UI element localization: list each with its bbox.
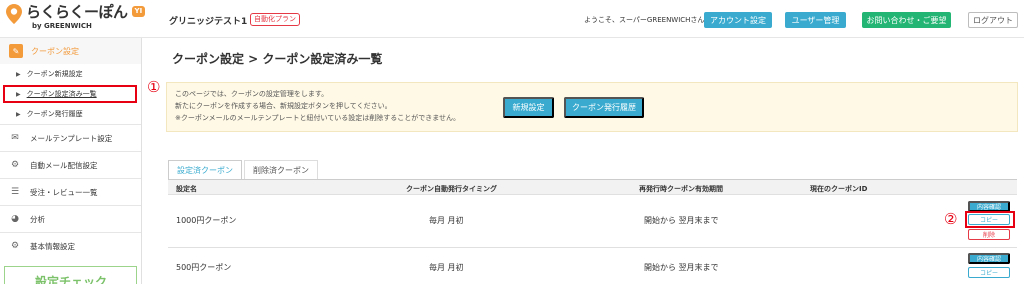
sidebar-section-label: クーポン設定 (31, 46, 79, 56)
info-line: ※クーポンメールのメールテンプレートと紐付いている設定は削除することができません… (175, 114, 461, 122)
sidebar-item-label: クーポン新規設定 (26, 70, 83, 78)
annotation-number-2: ② (944, 210, 958, 228)
info-line: 新たにクーポンを作成する場合、新規設定ボタンを押してください。 (175, 102, 392, 110)
info-notice: このページでは、クーポンの設定管理をします。 新たにクーポンを作成する場合、新規… (166, 82, 1018, 132)
annotation-number-1: ① (147, 78, 161, 96)
sidebar-item-label: メールテンプレート設定 (30, 133, 113, 143)
column-header-coupon-id: 現在のクーポンID (810, 185, 868, 193)
sidebar-item-auto-mail[interactable]: ⚙ 自動メール配信設定 (0, 151, 141, 178)
sidebar-item-label: クーポン発行履歴 (26, 110, 83, 118)
coupon-name-cell: 1000円クーポン (176, 216, 237, 225)
logout-button[interactable]: ログアウト (968, 12, 1018, 28)
user-management-button[interactable]: ユーザー管理 (785, 12, 846, 28)
row-divider (168, 194, 1017, 195)
page: らくらくーぽん YI by GREENWICH グリニッジテスト1 自動化プラン… (0, 0, 1024, 284)
coupon-tabs: 設定済クーポン 削除済クーポン (168, 160, 318, 180)
chevron-right-icon: ▶ (16, 70, 21, 78)
view-details-button[interactable]: 内容確認 (968, 253, 1010, 264)
mail-icon: ✉ (11, 133, 19, 143)
logo-badge: YI (131, 6, 146, 17)
sidebar-item-mail-template[interactable]: ✉ メールテンプレート設定 (0, 124, 141, 151)
tab-configured-coupons[interactable]: 設定済クーポン (168, 160, 242, 180)
plan-badge: 自動化プラン (250, 13, 300, 26)
sidebar-item-basic-settings[interactable]: ⚙ 基本情報設定 (0, 232, 141, 259)
location-pin-icon (6, 4, 22, 24)
pie-chart-icon: ◕ (11, 214, 19, 224)
sidebar-item-analytics[interactable]: ◕ 分析 (0, 205, 141, 232)
sidebar-item-coupon-new[interactable]: ▶ クーポン新規設定 (0, 65, 141, 83)
sidebar-item-label: 自動メール配信設定 (30, 160, 98, 170)
sidebar: ✎ クーポン設定 ▶ クーポン新規設定 ▶ クーポン設定済み一覧 ▶ クーポン発… (0, 38, 142, 284)
column-header-timing: クーポン自動発行タイミング (406, 185, 497, 193)
coupon-history-button[interactable]: クーポン発行履歴 (564, 97, 644, 118)
sidebar-item-orders-reviews[interactable]: ☰ 受注・レビュー一覧 (0, 178, 141, 205)
settings-check-banner[interactable]: 設定チェック (4, 266, 137, 284)
shop-name: グリニッジテスト1 (169, 17, 248, 27)
chevron-right-icon: ▶ (16, 110, 21, 118)
list-icon: ☰ (10, 187, 20, 197)
sidebar-item-label: 基本情報設定 (30, 241, 75, 251)
copy-button[interactable]: コピー (968, 267, 1010, 278)
app-logo[interactable]: らくらくーぽん YI by GREENWICH (6, 3, 146, 30)
info-line: このページでは、クーポンの設定管理をします。 (175, 90, 329, 98)
settings-check-label: 設定チェック (35, 275, 108, 284)
coupon-timing-cell: 毎月 月初 (429, 263, 464, 272)
coupon-timing-cell: 毎月 月初 (429, 216, 464, 225)
logo-text: らくらくーぽん (26, 3, 128, 21)
coupon-period-cell: 開始から 翌月末まで (644, 263, 719, 272)
delete-button[interactable]: 削除 (968, 229, 1010, 240)
account-settings-button[interactable]: アカウント設定 (704, 12, 772, 28)
row-divider (168, 247, 1017, 248)
column-header-name: 設定名 (176, 185, 197, 193)
top-header: らくらくーぽん YI by GREENWICH グリニッジテスト1 自動化プラン… (0, 0, 1024, 38)
contact-button[interactable]: お問い合わせ・ご要望 (862, 12, 951, 28)
coupon-period-cell: 開始から 翌月末まで (644, 216, 719, 225)
annotation-highlight-copy (965, 211, 1015, 228)
sidebar-item-label: 受注・レビュー一覧 (30, 187, 98, 197)
column-header-period: 再発行時クーポン有効期間 (639, 185, 723, 193)
sidebar-item-label: 分析 (30, 214, 45, 224)
coupon-name-cell: 500円クーポン (176, 263, 232, 272)
annotation-highlight-sidebar (3, 85, 137, 103)
coupon-tag-icon: ✎ (9, 44, 23, 58)
table-header (168, 180, 1017, 194)
tab-deleted-coupons[interactable]: 削除済クーポン (244, 160, 318, 180)
new-coupon-button[interactable]: 新規設定 (503, 97, 554, 118)
logo-subtitle: by GREENWICH (32, 22, 92, 30)
page-title: クーポン設定 > クーポン設定済み一覧 (172, 52, 383, 66)
sidebar-section-coupon[interactable]: ✎ クーポン設定 (0, 38, 141, 64)
gear-icon: ⚙ (10, 241, 20, 251)
welcome-text: ようこそ、スーパーGREENWICHさん (584, 16, 705, 24)
gear-icon: ⚙ (10, 160, 20, 170)
sidebar-item-coupon-history[interactable]: ▶ クーポン発行履歴 (0, 105, 141, 123)
